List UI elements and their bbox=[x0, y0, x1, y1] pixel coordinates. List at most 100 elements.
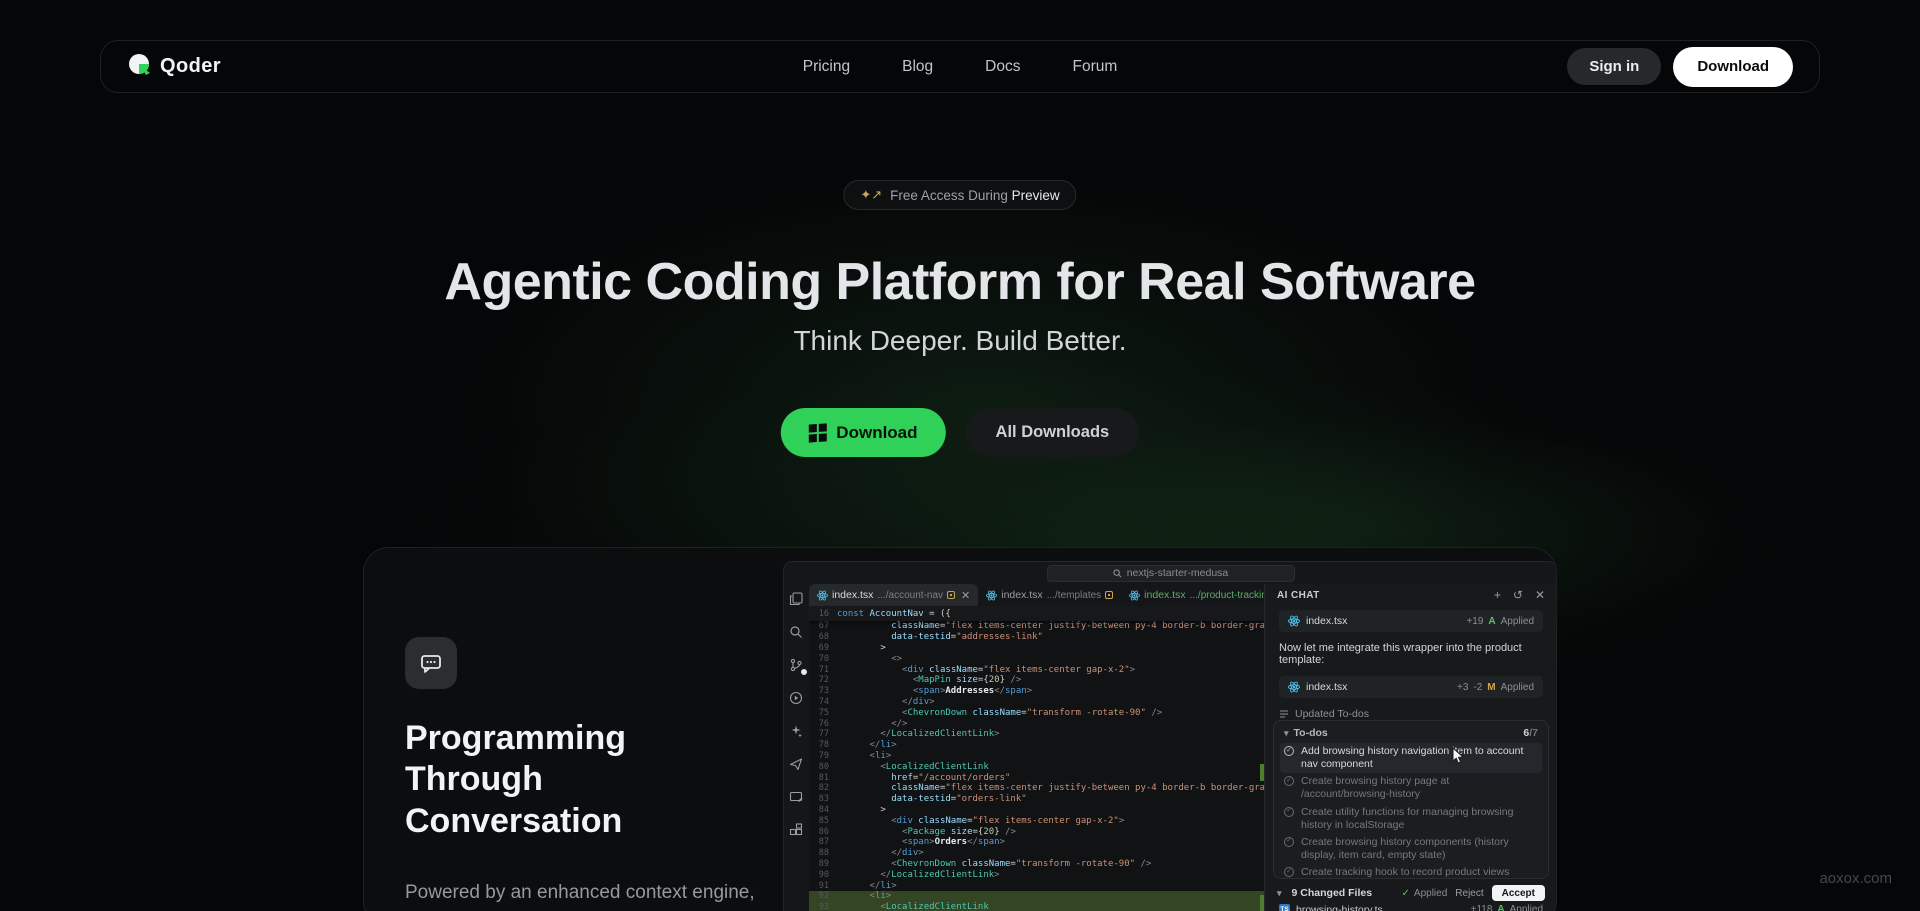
run-debug-icon[interactable] bbox=[789, 691, 804, 706]
hero-title: Agentic Coding Platform for Real Softwar… bbox=[0, 252, 1920, 312]
source-control-badge bbox=[800, 668, 808, 676]
ai-chat-body: index.tsx +19AApplied Now let me integra… bbox=[1265, 606, 1557, 738]
qoder-landing-page: Qoder Pricing Blog Docs Forum Sign in Do… bbox=[0, 0, 1920, 911]
header-download-button[interactable]: Download bbox=[1673, 47, 1793, 87]
assistant-message: Now let me integrate this wrapper into t… bbox=[1279, 642, 1543, 666]
code-line-82: 82 className="flex items-center justify-… bbox=[809, 783, 1264, 794]
check-circle-icon: ✓ bbox=[1284, 807, 1294, 817]
code-editor[interactable]: 16const AccountNav = ({ 67 className="fl… bbox=[809, 606, 1264, 911]
extensions-icon[interactable] bbox=[789, 823, 804, 838]
code-line-80: 80 <LocalizedClientLink bbox=[809, 761, 1264, 772]
feature-card: Programming Through Conversation Powered… bbox=[363, 547, 1557, 911]
code-line-71: 71 <div className="flex items-center gap… bbox=[809, 664, 1264, 675]
close-tab-icon[interactable]: ✕ bbox=[961, 589, 970, 602]
chevron-down-icon: ▾ bbox=[1277, 888, 1282, 899]
code-line-89: 89 <ChevronDown className="transform -ro… bbox=[809, 859, 1264, 870]
ide-search-box[interactable]: nextjs-starter-medusa bbox=[1047, 565, 1295, 582]
all-downloads-button[interactable]: All Downloads bbox=[966, 408, 1140, 457]
top-navbar: Qoder Pricing Blog Docs Forum Sign in Do… bbox=[100, 40, 1820, 93]
react-file-icon bbox=[986, 590, 997, 601]
code-line-72: 72 <MapPin size={20} /> bbox=[809, 675, 1264, 686]
todo-item-1[interactable]: ✓Create browsing history page at /accoun… bbox=[1280, 773, 1542, 803]
changed-files-panel: ▾ 9 Changed Files ✓Applied Reject Accept… bbox=[1273, 883, 1549, 911]
code-line-85: 85 <div className="flex items-center gap… bbox=[809, 815, 1264, 826]
code-line-81: 81 href="/account/orders" bbox=[809, 772, 1264, 783]
send-plane-icon[interactable] bbox=[789, 757, 804, 772]
react-file-icon bbox=[1129, 590, 1140, 601]
code-line-84: 84 > bbox=[809, 805, 1264, 816]
code-line-77: 77 </LocalizedClientLink> bbox=[809, 729, 1264, 740]
code-line-75: 75 <ChevronDown className="transform -ro… bbox=[809, 707, 1264, 718]
updated-todos-link[interactable]: Updated To-dos bbox=[1279, 708, 1543, 720]
source-control-icon[interactable] bbox=[789, 658, 804, 673]
editor-tab-1[interactable]: index.tsx.../templates bbox=[978, 584, 1121, 606]
check-circle-icon: ✓ bbox=[1284, 837, 1294, 847]
nav-link-forum[interactable]: Forum bbox=[1072, 58, 1117, 76]
chevron-down-icon: ▾ bbox=[1284, 728, 1289, 739]
code-line-76: 76 </> bbox=[809, 718, 1264, 729]
ai-chat-title: AI CHAT bbox=[1277, 590, 1320, 601]
brand-logo[interactable]: Qoder bbox=[127, 52, 221, 81]
todos-count: 6/7 bbox=[1523, 727, 1538, 739]
activity-bar bbox=[784, 584, 809, 911]
sign-in-button[interactable]: Sign in bbox=[1567, 48, 1661, 85]
modified-badge-icon bbox=[947, 591, 955, 599]
search-panel-icon[interactable] bbox=[789, 625, 804, 640]
mouse-cursor bbox=[1452, 747, 1465, 765]
todo-item-3[interactable]: ✓Create browsing history components (his… bbox=[1280, 834, 1542, 864]
feature-paragraph: Powered by an enhanced context engine, bbox=[405, 882, 755, 904]
code-line-93: 93 <LocalizedClientLink bbox=[809, 902, 1264, 911]
todo-item-4[interactable]: ✓Create tracking hook to record product … bbox=[1280, 864, 1542, 879]
editor-column: index.tsx.../account-nav✕index.tsx.../te… bbox=[809, 584, 1264, 911]
ai-sparkle-icon[interactable] bbox=[789, 724, 804, 739]
code-line-68: 68 data-testid="addresses-link" bbox=[809, 632, 1264, 643]
explorer-icon[interactable] bbox=[789, 592, 804, 607]
search-icon bbox=[1113, 569, 1122, 578]
code-line-78: 78 </li> bbox=[809, 740, 1264, 751]
main-nav: Pricing Blog Docs Forum bbox=[803, 58, 1118, 76]
changed-files-header[interactable]: ▾ 9 Changed Files ✓Applied Reject Accept bbox=[1277, 885, 1545, 901]
code-line-79: 79 <li> bbox=[809, 751, 1264, 762]
file-change-card[interactable]: index.tsx +3-2MApplied bbox=[1279, 676, 1543, 698]
react-file-icon bbox=[1288, 615, 1300, 627]
sticky-scroll-line: 16const AccountNav = ({ bbox=[809, 606, 1264, 621]
accept-button[interactable]: Accept bbox=[1492, 885, 1545, 901]
close-chat-icon[interactable]: ✕ bbox=[1535, 588, 1545, 602]
brand-name: Qoder bbox=[160, 55, 221, 78]
check-circle-icon: ✓ bbox=[1284, 776, 1294, 786]
editor-tab-0[interactable]: index.tsx.../account-nav✕ bbox=[809, 584, 978, 606]
diff-ruler-mark bbox=[1260, 764, 1264, 781]
reject-button[interactable]: Reject bbox=[1455, 888, 1483, 899]
new-chat-icon[interactable]: + bbox=[1494, 588, 1501, 602]
typescript-file-icon: TS bbox=[1279, 904, 1290, 911]
todo-item-2[interactable]: ✓Create utility functions for managing b… bbox=[1280, 804, 1542, 834]
nav-link-blog[interactable]: Blog bbox=[902, 58, 933, 76]
ide-titlebar: nextjs-starter-medusa bbox=[784, 562, 1557, 584]
code-line-91: 91 </li> bbox=[809, 880, 1264, 891]
editor-tabbar: index.tsx.../account-nav✕index.tsx.../te… bbox=[809, 584, 1264, 606]
remote-preview-icon[interactable] bbox=[789, 790, 804, 805]
code-line-86: 86 <Package size={20} /> bbox=[809, 826, 1264, 837]
modified-badge-icon bbox=[1105, 591, 1113, 599]
todo-item-0[interactable]: ✓Add browsing history navigation item to… bbox=[1280, 743, 1542, 773]
history-icon[interactable]: ↺ bbox=[1513, 588, 1523, 602]
qoder-logo-icon bbox=[127, 52, 151, 81]
hero-subtitle: Think Deeper. Build Better. bbox=[0, 325, 1920, 357]
todos-panel: ▾ To-dos 6/7 ✓Add browsing history navig… bbox=[1273, 720, 1549, 879]
windows-logo-icon bbox=[809, 423, 827, 442]
feature-heading: Programming Through Conversation bbox=[405, 718, 626, 842]
todos-header[interactable]: ▾ To-dos 6/7 bbox=[1280, 725, 1542, 743]
react-file-icon bbox=[817, 590, 828, 601]
nav-link-pricing[interactable]: Pricing bbox=[803, 58, 850, 76]
nav-link-docs[interactable]: Docs bbox=[985, 58, 1020, 76]
ai-chat-panel: AI CHAT + ↺ ✕ index.tsx +19AApplied bbox=[1264, 584, 1557, 911]
check-circle-icon: ✓ bbox=[1284, 746, 1294, 756]
ide-window: nextjs-starter-medusa bbox=[783, 561, 1557, 911]
watermark: aoxox.com bbox=[1819, 870, 1892, 887]
file-change-card[interactable]: index.tsx +19AApplied bbox=[1279, 610, 1543, 632]
hero-download-button[interactable]: Download bbox=[781, 408, 946, 457]
preview-badge[interactable]: ✦↗ Free Access During Preview bbox=[843, 180, 1076, 210]
badge-text: Free Access During Preview bbox=[890, 188, 1060, 203]
changed-file-row-0[interactable]: TSbrowsing-history.ts+118AApplied bbox=[1277, 901, 1545, 911]
code-line-88: 88 </div> bbox=[809, 848, 1264, 859]
